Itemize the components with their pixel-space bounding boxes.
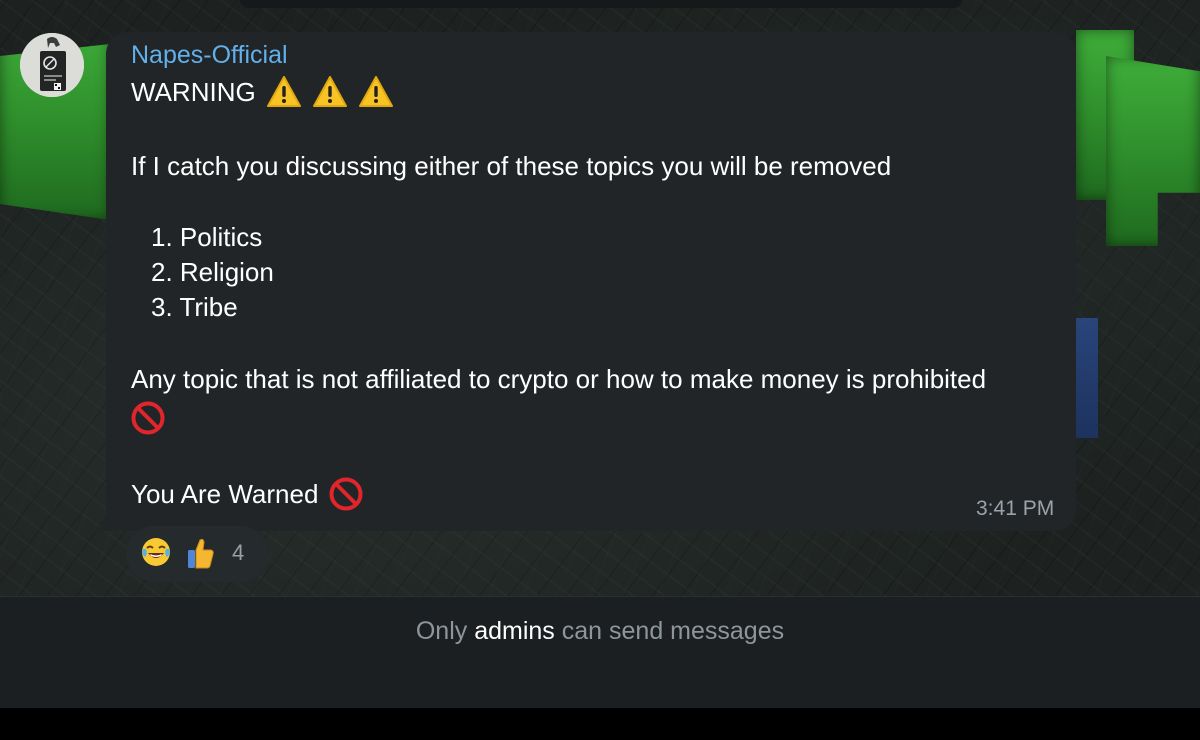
topic-item: 1. Politics xyxy=(151,222,263,252)
prohibited-icon-wrap xyxy=(130,400,166,436)
admins-link[interactable]: admins xyxy=(474,617,555,645)
notice-suffix: can send messages xyxy=(561,617,785,645)
chat-screen: Napes-Official WARNING If I catch you di… xyxy=(0,0,1200,740)
message-timestamp: 3:41 PM xyxy=(976,497,1055,520)
closing-line: You Are Warned xyxy=(131,476,364,512)
message-intro: If I catch you discussing either of thes… xyxy=(131,151,892,181)
notice-prefix: Only xyxy=(415,617,468,645)
warning-line: WARNING xyxy=(131,75,394,109)
wallpaper-lettering xyxy=(1076,318,1098,438)
warning-icon xyxy=(358,76,393,107)
wallpaper-lettering xyxy=(1106,56,1200,246)
reaction-count: 4 xyxy=(232,540,245,565)
warning-title: WARNING xyxy=(131,77,256,107)
system-nav-bar xyxy=(0,708,1200,740)
message-rule: Any topic that is not affiliated to cryp… xyxy=(131,364,987,394)
warning-icon xyxy=(266,76,301,107)
message-closing: You Are Warned xyxy=(131,479,319,509)
thumbs-up-icon xyxy=(188,538,214,569)
prohibited-icon xyxy=(131,401,165,435)
warning-icon xyxy=(312,76,347,107)
composer-bar: Only admins can send messages xyxy=(0,596,1200,709)
previous-bubble-edge xyxy=(240,0,962,8)
face-with-tears-of-joy-icon xyxy=(142,538,170,566)
avatar-image xyxy=(20,33,84,97)
topic-item: 2. Religion xyxy=(151,257,274,287)
sender-avatar[interactable] xyxy=(20,33,84,97)
admins-only-notice: Only admins can send messages xyxy=(0,617,1200,646)
topic-item: 3. Tribe xyxy=(151,292,238,322)
prohibited-icon xyxy=(329,477,363,511)
sender-name[interactable]: Napes-Official xyxy=(131,41,288,70)
reactions-chip[interactable]: 4 xyxy=(126,526,268,582)
